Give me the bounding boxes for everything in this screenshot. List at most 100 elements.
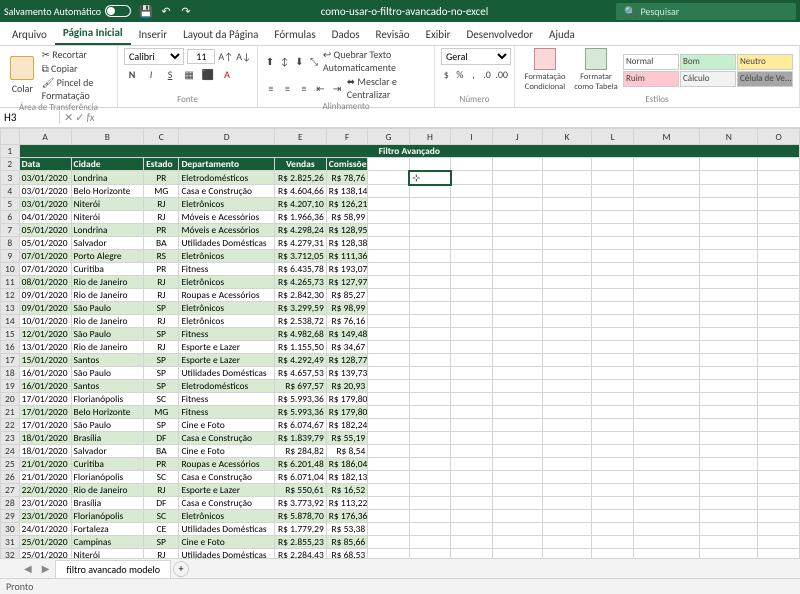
row-header[interactable]: 25 bbox=[1, 458, 20, 471]
cell[interactable]: R$ 1.839,79 bbox=[274, 432, 326, 445]
cell[interactable]: Eletrodomésticos bbox=[179, 171, 274, 185]
cell[interactable]: 24/01/2020 bbox=[19, 523, 71, 536]
cell[interactable]: R$ 3.773,92 bbox=[274, 497, 326, 510]
decrease-font-icon[interactable]: A↓ bbox=[236, 49, 251, 65]
cell[interactable]: 17/01/2020 bbox=[19, 419, 71, 432]
cell[interactable]: 07/01/2020 bbox=[19, 263, 71, 276]
fill-color-button[interactable]: ⬛ bbox=[200, 66, 216, 82]
cell[interactable]: R$ 193,07 bbox=[326, 263, 368, 276]
cell[interactable]: SP bbox=[144, 419, 179, 432]
cell[interactable]: 22/01/2020 bbox=[19, 484, 71, 497]
cell[interactable]: PR bbox=[144, 224, 179, 237]
column-header[interactable]: N bbox=[700, 129, 758, 145]
cell[interactable]: SC bbox=[144, 510, 179, 523]
cell[interactable]: 23/01/2020 bbox=[19, 497, 71, 510]
cell[interactable]: Casa e Construção bbox=[179, 432, 274, 445]
cell[interactable]: R$ 34,67 bbox=[326, 341, 368, 354]
cell[interactable]: R$ 182,24 bbox=[326, 419, 368, 432]
row-header[interactable]: 1 bbox=[1, 145, 20, 158]
cell[interactable]: DF bbox=[144, 497, 179, 510]
column-header[interactable]: E bbox=[274, 129, 326, 145]
indent-decrease-icon[interactable]: ⇤ bbox=[314, 80, 328, 96]
cell[interactable]: Salvador bbox=[71, 237, 144, 250]
cell[interactable]: R$ 5.993,36 bbox=[274, 393, 326, 406]
cell[interactable]: MG bbox=[144, 185, 179, 198]
cancel-icon[interactable]: ✕ bbox=[64, 111, 73, 124]
cell[interactable]: MG bbox=[144, 406, 179, 419]
cell[interactable]: 09/01/2020 bbox=[19, 289, 71, 302]
cell[interactable]: Niterói bbox=[71, 211, 144, 224]
tab-layout-da-página[interactable]: Layout da Página bbox=[175, 24, 266, 45]
cell[interactable]: R$ 186,04 bbox=[326, 458, 368, 471]
row-header[interactable]: 23 bbox=[1, 432, 20, 445]
cell-styles-gallery[interactable]: NormalBomNeutroRuimCálculoCélula de Ve..… bbox=[623, 54, 793, 87]
save-icon[interactable]: 💾 bbox=[139, 4, 153, 18]
cell[interactable]: SP bbox=[144, 354, 179, 367]
cell[interactable]: R$ 53,38 bbox=[326, 523, 368, 536]
cell[interactable]: Fitness bbox=[179, 406, 274, 419]
cell[interactable]: Brasília bbox=[71, 497, 144, 510]
enter-icon[interactable]: ✓ bbox=[75, 111, 84, 124]
style-cell[interactable]: Célula de Ve... bbox=[737, 71, 793, 87]
cell[interactable]: Eletrônicos bbox=[179, 198, 274, 211]
cell[interactable]: Florianópolis bbox=[71, 510, 144, 523]
border-button[interactable]: ▦ bbox=[181, 66, 197, 82]
cell[interactable]: São Paulo bbox=[71, 328, 144, 341]
font-color-button[interactable]: A bbox=[219, 66, 235, 82]
cell[interactable]: SP bbox=[144, 328, 179, 341]
cell[interactable]: Utilidades Domésticas bbox=[179, 367, 274, 380]
cell[interactable]: 10/01/2020 bbox=[19, 315, 71, 328]
cell[interactable]: R$ 179,80 bbox=[326, 393, 368, 406]
column-header[interactable]: G bbox=[368, 129, 410, 145]
cell[interactable]: R$ 182,13 bbox=[326, 471, 368, 484]
cell[interactable]: PR bbox=[144, 263, 179, 276]
sheet-tab[interactable]: filtro avancado modelo bbox=[55, 560, 171, 578]
row-header[interactable]: 10 bbox=[1, 263, 20, 276]
cell[interactable]: RJ bbox=[144, 315, 179, 328]
cell[interactable]: Rio de Janeiro bbox=[71, 341, 144, 354]
cell[interactable]: R$ 179,80 bbox=[326, 406, 368, 419]
column-header[interactable]: H bbox=[409, 129, 451, 145]
row-header[interactable]: 17 bbox=[1, 354, 20, 367]
row-header[interactable]: 21 bbox=[1, 406, 20, 419]
row-header[interactable]: 5 bbox=[1, 198, 20, 211]
cell[interactable]: PR bbox=[144, 458, 179, 471]
row-header[interactable]: 11 bbox=[1, 276, 20, 289]
cell[interactable]: Móveis e Acessórios bbox=[179, 211, 274, 224]
align-left-icon[interactable]: ≡ bbox=[264, 80, 278, 96]
tab-ajuda[interactable]: Ajuda bbox=[541, 24, 583, 45]
currency-icon[interactable]: $ bbox=[441, 66, 452, 82]
cell[interactable]: 23/01/2020 bbox=[19, 510, 71, 523]
cell[interactable]: R$ 1.155,50 bbox=[274, 341, 326, 354]
cell[interactable]: 03/01/2020 bbox=[19, 171, 71, 185]
tab-desenvolvedor[interactable]: Desenvolvedor bbox=[458, 24, 541, 45]
align-center-icon[interactable]: ≡ bbox=[281, 80, 295, 96]
cell[interactable]: R$ 4.292,49 bbox=[274, 354, 326, 367]
search-box[interactable]: 🔍 Pesquisar bbox=[616, 3, 796, 20]
cell[interactable]: R$ 6.071,04 bbox=[274, 471, 326, 484]
cell[interactable]: RJ bbox=[144, 276, 179, 289]
indent-increase-icon[interactable]: ⇥ bbox=[330, 80, 344, 96]
align-top-icon[interactable]: ⬆ bbox=[264, 53, 276, 69]
row-header[interactable]: 20 bbox=[1, 393, 20, 406]
row-header[interactable]: 19 bbox=[1, 380, 20, 393]
cell[interactable]: SP bbox=[144, 380, 179, 393]
cell[interactable]: Belo Horizonte bbox=[71, 406, 144, 419]
cell[interactable]: RJ bbox=[144, 198, 179, 211]
column-header[interactable]: A bbox=[19, 129, 71, 145]
row-header[interactable]: 7 bbox=[1, 224, 20, 237]
format-painter-button[interactable]: 🖌 Pincel de Formatação bbox=[42, 76, 111, 102]
cell[interactable]: R$ 4.279,31 bbox=[274, 237, 326, 250]
cell[interactable]: SP bbox=[144, 367, 179, 380]
cell[interactable]: RJ bbox=[144, 211, 179, 224]
cell[interactable]: R$ 176,36 bbox=[326, 510, 368, 523]
tab-página-inicial[interactable]: Página Inicial bbox=[55, 22, 131, 45]
fx-icon[interactable]: fx bbox=[86, 111, 94, 124]
cell[interactable]: Esporte e Lazer bbox=[179, 354, 274, 367]
cell[interactable]: R$ 5.878,70 bbox=[274, 510, 326, 523]
cell[interactable]: R$ 126,21 bbox=[326, 198, 368, 211]
cell[interactable]: R$ 4.604,66 bbox=[274, 185, 326, 198]
cell[interactable]: 16/01/2020 bbox=[19, 380, 71, 393]
cell[interactable]: R$ 5.993,36 bbox=[274, 406, 326, 419]
toggle-switch-icon[interactable] bbox=[105, 5, 131, 17]
